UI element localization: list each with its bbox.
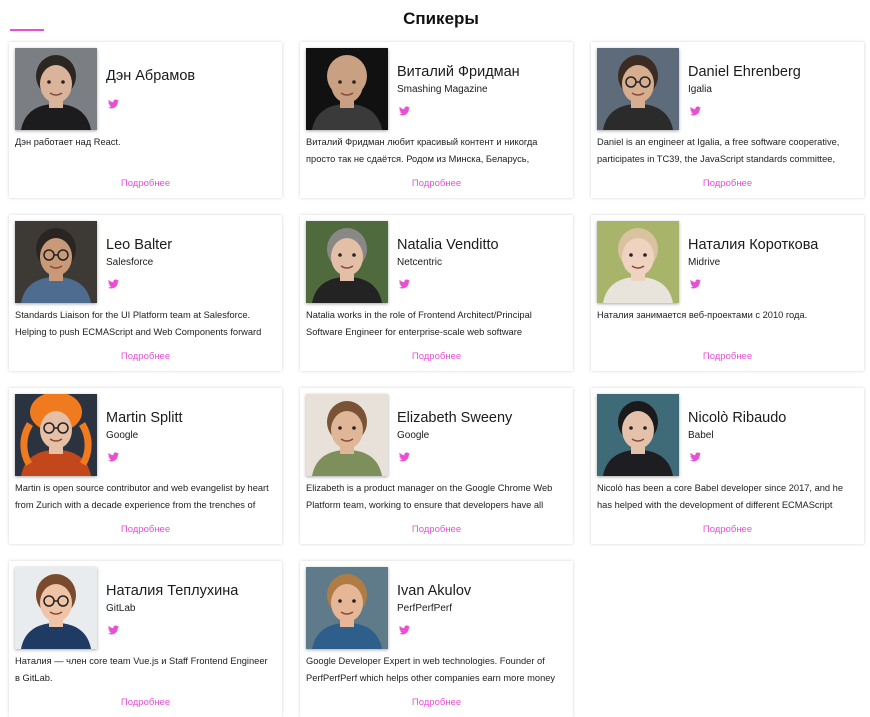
twitter-icon[interactable] [108, 96, 120, 109]
speaker-name: Наталия Короткова [688, 237, 819, 253]
speaker-bio: Nicolò has been a core Babel developer s… [597, 483, 844, 510]
speaker-bio: Наталия — член core team Vue.js и Staff … [15, 656, 268, 683]
speaker-photo[interactable] [306, 48, 388, 130]
speaker-card: Дэн Абрамов Дэн работает над React. Подроб… [9, 42, 282, 198]
speaker-photo[interactable] [15, 221, 97, 303]
speaker-photo[interactable] [597, 221, 679, 303]
speaker-name: Дэн Абрамов [106, 68, 196, 84]
twitter-icon[interactable] [690, 449, 702, 462]
speaker-company: Netcentric [397, 257, 443, 268]
speaker-photo[interactable] [306, 567, 388, 649]
twitter-icon[interactable] [108, 449, 120, 462]
speaker-company: Igalia [688, 84, 712, 95]
speaker-card: Наталия Теплухина GitLab Наталия — член co… [9, 561, 282, 717]
speaker-photo[interactable] [597, 394, 679, 476]
speaker-name: Наталия Теплухина [106, 583, 239, 599]
speaker-name: Daniel Ehrenberg [688, 64, 801, 80]
speaker-card: Ivan Akulov PerfPerfPerf Google Developer … [300, 561, 573, 717]
twitter-icon[interactable] [399, 622, 411, 635]
speaker-name: Elizabeth Sweeny [397, 410, 513, 426]
speaker-name: Martin Splitt [106, 410, 183, 426]
speaker-photo[interactable] [306, 394, 388, 476]
speaker-card: Наталия Короткова Midrive Наталия занимает… [591, 215, 864, 371]
more-link[interactable]: Подробнее [9, 178, 282, 189]
speaker-name: Виталий Фридман [397, 64, 520, 80]
speakers-grid: Дэн Абрамов Дэн работает над React. Подроб… [9, 42, 864, 717]
more-link[interactable]: Подробнее [300, 524, 573, 535]
twitter-icon[interactable] [690, 103, 702, 116]
twitter-icon[interactable] [108, 276, 120, 289]
speaker-photo[interactable] [306, 221, 388, 303]
more-link[interactable]: Подробнее [300, 697, 573, 708]
speaker-company: Salesforce [106, 257, 154, 268]
speaker-photo[interactable] [597, 48, 679, 130]
speaker-name: Ivan Akulov [397, 583, 472, 599]
more-link[interactable]: Подробнее [300, 351, 573, 362]
speaker-card: Elizabeth Sweeny Google Elizabeth is a pro… [300, 388, 573, 544]
more-link[interactable]: Подробнее [591, 524, 864, 535]
speaker-company: GitLab [106, 603, 136, 614]
speaker-photo[interactable] [15, 394, 97, 476]
title-accent-line [10, 29, 44, 31]
speaker-name: Leo Balter [106, 237, 173, 253]
speaker-photo[interactable] [15, 567, 97, 649]
more-link[interactable]: Подробнее [591, 351, 864, 362]
speaker-company: Google [106, 430, 139, 441]
speaker-bio: Наталия занимается веб-проектами с 2010 … [597, 310, 808, 320]
speaker-card: Daniel Ehrenberg Igalia Daniel is an engin… [591, 42, 864, 198]
speaker-bio: Martin is open source contributor and we… [15, 483, 269, 510]
more-link[interactable]: Подробнее [9, 697, 282, 708]
twitter-icon[interactable] [108, 622, 120, 635]
speaker-card: Martin Splitt Google Martin is open source… [9, 388, 282, 544]
more-link[interactable]: Подробнее [9, 524, 282, 535]
speaker-bio: Виталий Фридман любит красивый контент и… [306, 137, 538, 164]
speaker-card: Leo Balter Salesforce Standards Liaison fo… [9, 215, 282, 371]
speaker-bio: Standards Liaison for the UI Platform te… [15, 310, 262, 337]
speaker-name: Natalia Venditto [397, 237, 499, 253]
speaker-card: Виталий Фридман Smashing Magazine Виталий … [300, 42, 573, 198]
twitter-icon[interactable] [690, 276, 702, 289]
speaker-company: Smashing Magazine [397, 84, 488, 95]
speaker-bio: Daniel is an engineer at Igalia, a free … [597, 137, 840, 164]
twitter-icon[interactable] [399, 103, 411, 116]
more-link[interactable]: Подробнее [300, 178, 573, 189]
speaker-bio: Elizabeth is a product manager on the Go… [306, 483, 553, 510]
speaker-photo[interactable] [15, 48, 97, 130]
twitter-icon[interactable] [399, 276, 411, 289]
page-title: Спикеры [403, 9, 479, 28]
more-link[interactable]: Подробнее [591, 178, 864, 189]
speaker-company: PerfPerfPerf [397, 603, 453, 614]
speaker-bio: Дэн работает над React. [15, 137, 121, 147]
speaker-card: Natalia Venditto Netcentric Natalia works … [300, 215, 573, 371]
twitter-icon[interactable] [399, 449, 411, 462]
speaker-bio: Natalia works in the role of Frontend Ar… [306, 310, 532, 337]
speaker-card: Nicolò Ribaudo Babel Nicolò has been a cor… [591, 388, 864, 544]
speaker-company: Babel [688, 430, 714, 441]
speaker-company: Google [397, 430, 430, 441]
speaker-company: Midrive [688, 257, 721, 268]
more-link[interactable]: Подробнее [9, 351, 282, 362]
speaker-name: Nicolò Ribaudo [688, 410, 787, 426]
speaker-bio: Google Developer Expert in web technolog… [306, 656, 556, 683]
